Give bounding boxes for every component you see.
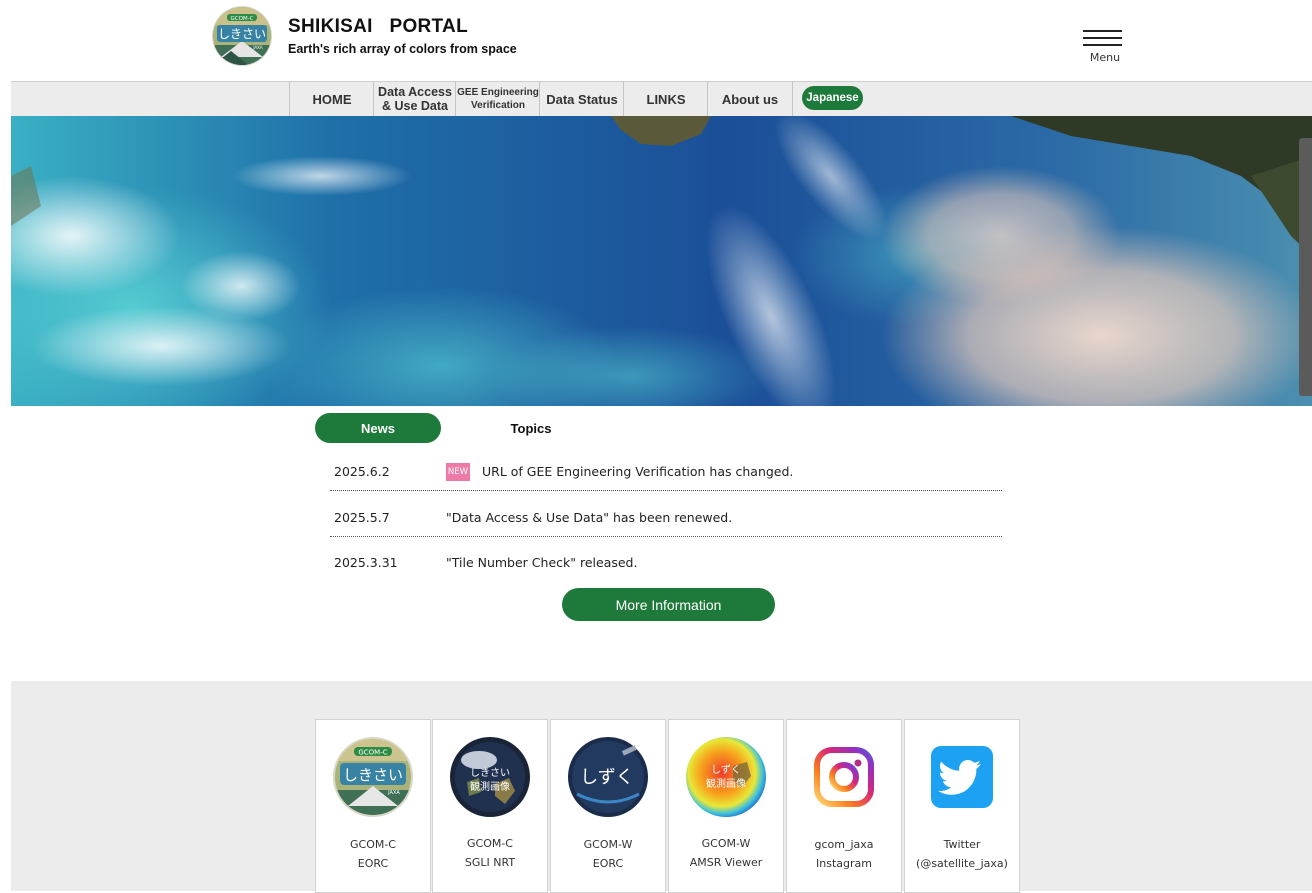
news-date: 2025.6.2 bbox=[334, 464, 390, 479]
nav-data-access[interactable]: Data Access & Use Data bbox=[373, 82, 456, 116]
shizuku-logo-icon: しずく bbox=[568, 737, 648, 817]
nav-about-us[interactable]: About us bbox=[707, 82, 793, 116]
shikisai-logo-icon: GCOM-C しきさい JAXA bbox=[212, 6, 272, 66]
new-badge: NEW bbox=[446, 463, 470, 481]
nav-links[interactable]: LINKS bbox=[623, 82, 708, 116]
svg-text:GCOM-C: GCOM-C bbox=[358, 749, 387, 757]
twitter-icon bbox=[931, 746, 993, 808]
footer-link-gcom-c-eorc[interactable]: GCOM-C しきさい JAXA GCOM-C EORC bbox=[315, 719, 431, 893]
site-title[interactable]: SHIKISAI PORTAL bbox=[288, 16, 468, 38]
svg-text:JAXA: JAXA bbox=[252, 45, 263, 50]
svg-text:JAXA: JAXA bbox=[387, 790, 400, 796]
nav-data-status[interactable]: Data Status bbox=[539, 82, 624, 116]
site-tagline: Earth's rich array of colors from space bbox=[288, 42, 517, 56]
news-link[interactable]: "Data Access & Use Data" has been renewe… bbox=[446, 510, 732, 525]
side-scroll-handle[interactable] bbox=[1299, 138, 1312, 396]
news-date: 2025.3.31 bbox=[334, 555, 398, 570]
news-item: 2025.3.31 "Tile Number Check" released. bbox=[330, 543, 1002, 581]
news-link[interactable]: URL of GEE Engineering Verification has … bbox=[482, 464, 793, 479]
news-item: 2025.6.2 NEW URL of GEE Engineering Veri… bbox=[330, 452, 1002, 491]
sgli-nrt-globe-icon: しきさい 観測画像 bbox=[450, 737, 530, 817]
menu-label: Menu bbox=[1089, 51, 1121, 64]
hero-satellite-image bbox=[11, 116, 1312, 406]
svg-text:しきさい: しきさい bbox=[470, 767, 510, 779]
tab-topics[interactable]: Topics bbox=[468, 413, 594, 443]
svg-text:観測画像: 観測画像 bbox=[706, 777, 746, 790]
news-date: 2025.5.7 bbox=[334, 510, 390, 525]
nav-gee-verification[interactable]: GEE Engineering Verification bbox=[455, 82, 540, 116]
news-link[interactable]: "Tile Number Check" released. bbox=[446, 555, 637, 570]
svg-text:しきさい: しきさい bbox=[343, 766, 403, 784]
shikisai-logo[interactable]: GCOM-C しきさい JAXA bbox=[211, 5, 273, 67]
more-information-button[interactable]: More Information bbox=[562, 588, 775, 621]
nav-home[interactable]: HOME bbox=[289, 82, 374, 116]
footer-link-instagram[interactable]: gcom_jaxa Instagram bbox=[786, 719, 902, 893]
footer-link-twitter[interactable]: Twitter (@satellite_jaxa) bbox=[904, 719, 1020, 893]
svg-text:しずく: しずく bbox=[580, 767, 634, 788]
footer-link-gcom-w-amsr-viewer[interactable]: しずく 観測画像 GCOM-W AMSR Viewer bbox=[668, 719, 784, 893]
instagram-icon bbox=[814, 747, 874, 807]
amsr-globe-icon: しずく 観測画像 bbox=[686, 737, 766, 817]
tab-news[interactable]: News bbox=[315, 413, 441, 443]
language-japanese-button[interactable]: Japanese bbox=[802, 86, 863, 110]
hamburger-icon bbox=[1083, 30, 1122, 32]
news-item: 2025.5.7 "Data Access & Use Data" has be… bbox=[330, 498, 1002, 537]
main-nav: HOME Data Access & Use Data GEE Engineeri… bbox=[11, 81, 1312, 117]
footer-link-gcom-c-sgli-nrt[interactable]: しきさい 観測画像 GCOM-C SGLI NRT bbox=[432, 719, 548, 893]
svg-text:しずく: しずく bbox=[711, 764, 741, 776]
svg-text:GCOM-C: GCOM-C bbox=[230, 16, 253, 22]
svg-text:しきさい: しきさい bbox=[218, 27, 266, 41]
footer-link-gcom-w-eorc[interactable]: しずく GCOM-W EORC bbox=[550, 719, 666, 893]
gcom-c-logo-icon: GCOM-C しきさい JAXA bbox=[333, 737, 413, 817]
svg-text:観測画像: 観測画像 bbox=[470, 780, 510, 793]
menu-button[interactable]: Menu bbox=[1082, 28, 1124, 68]
satellite-ocean-image bbox=[11, 116, 1312, 406]
